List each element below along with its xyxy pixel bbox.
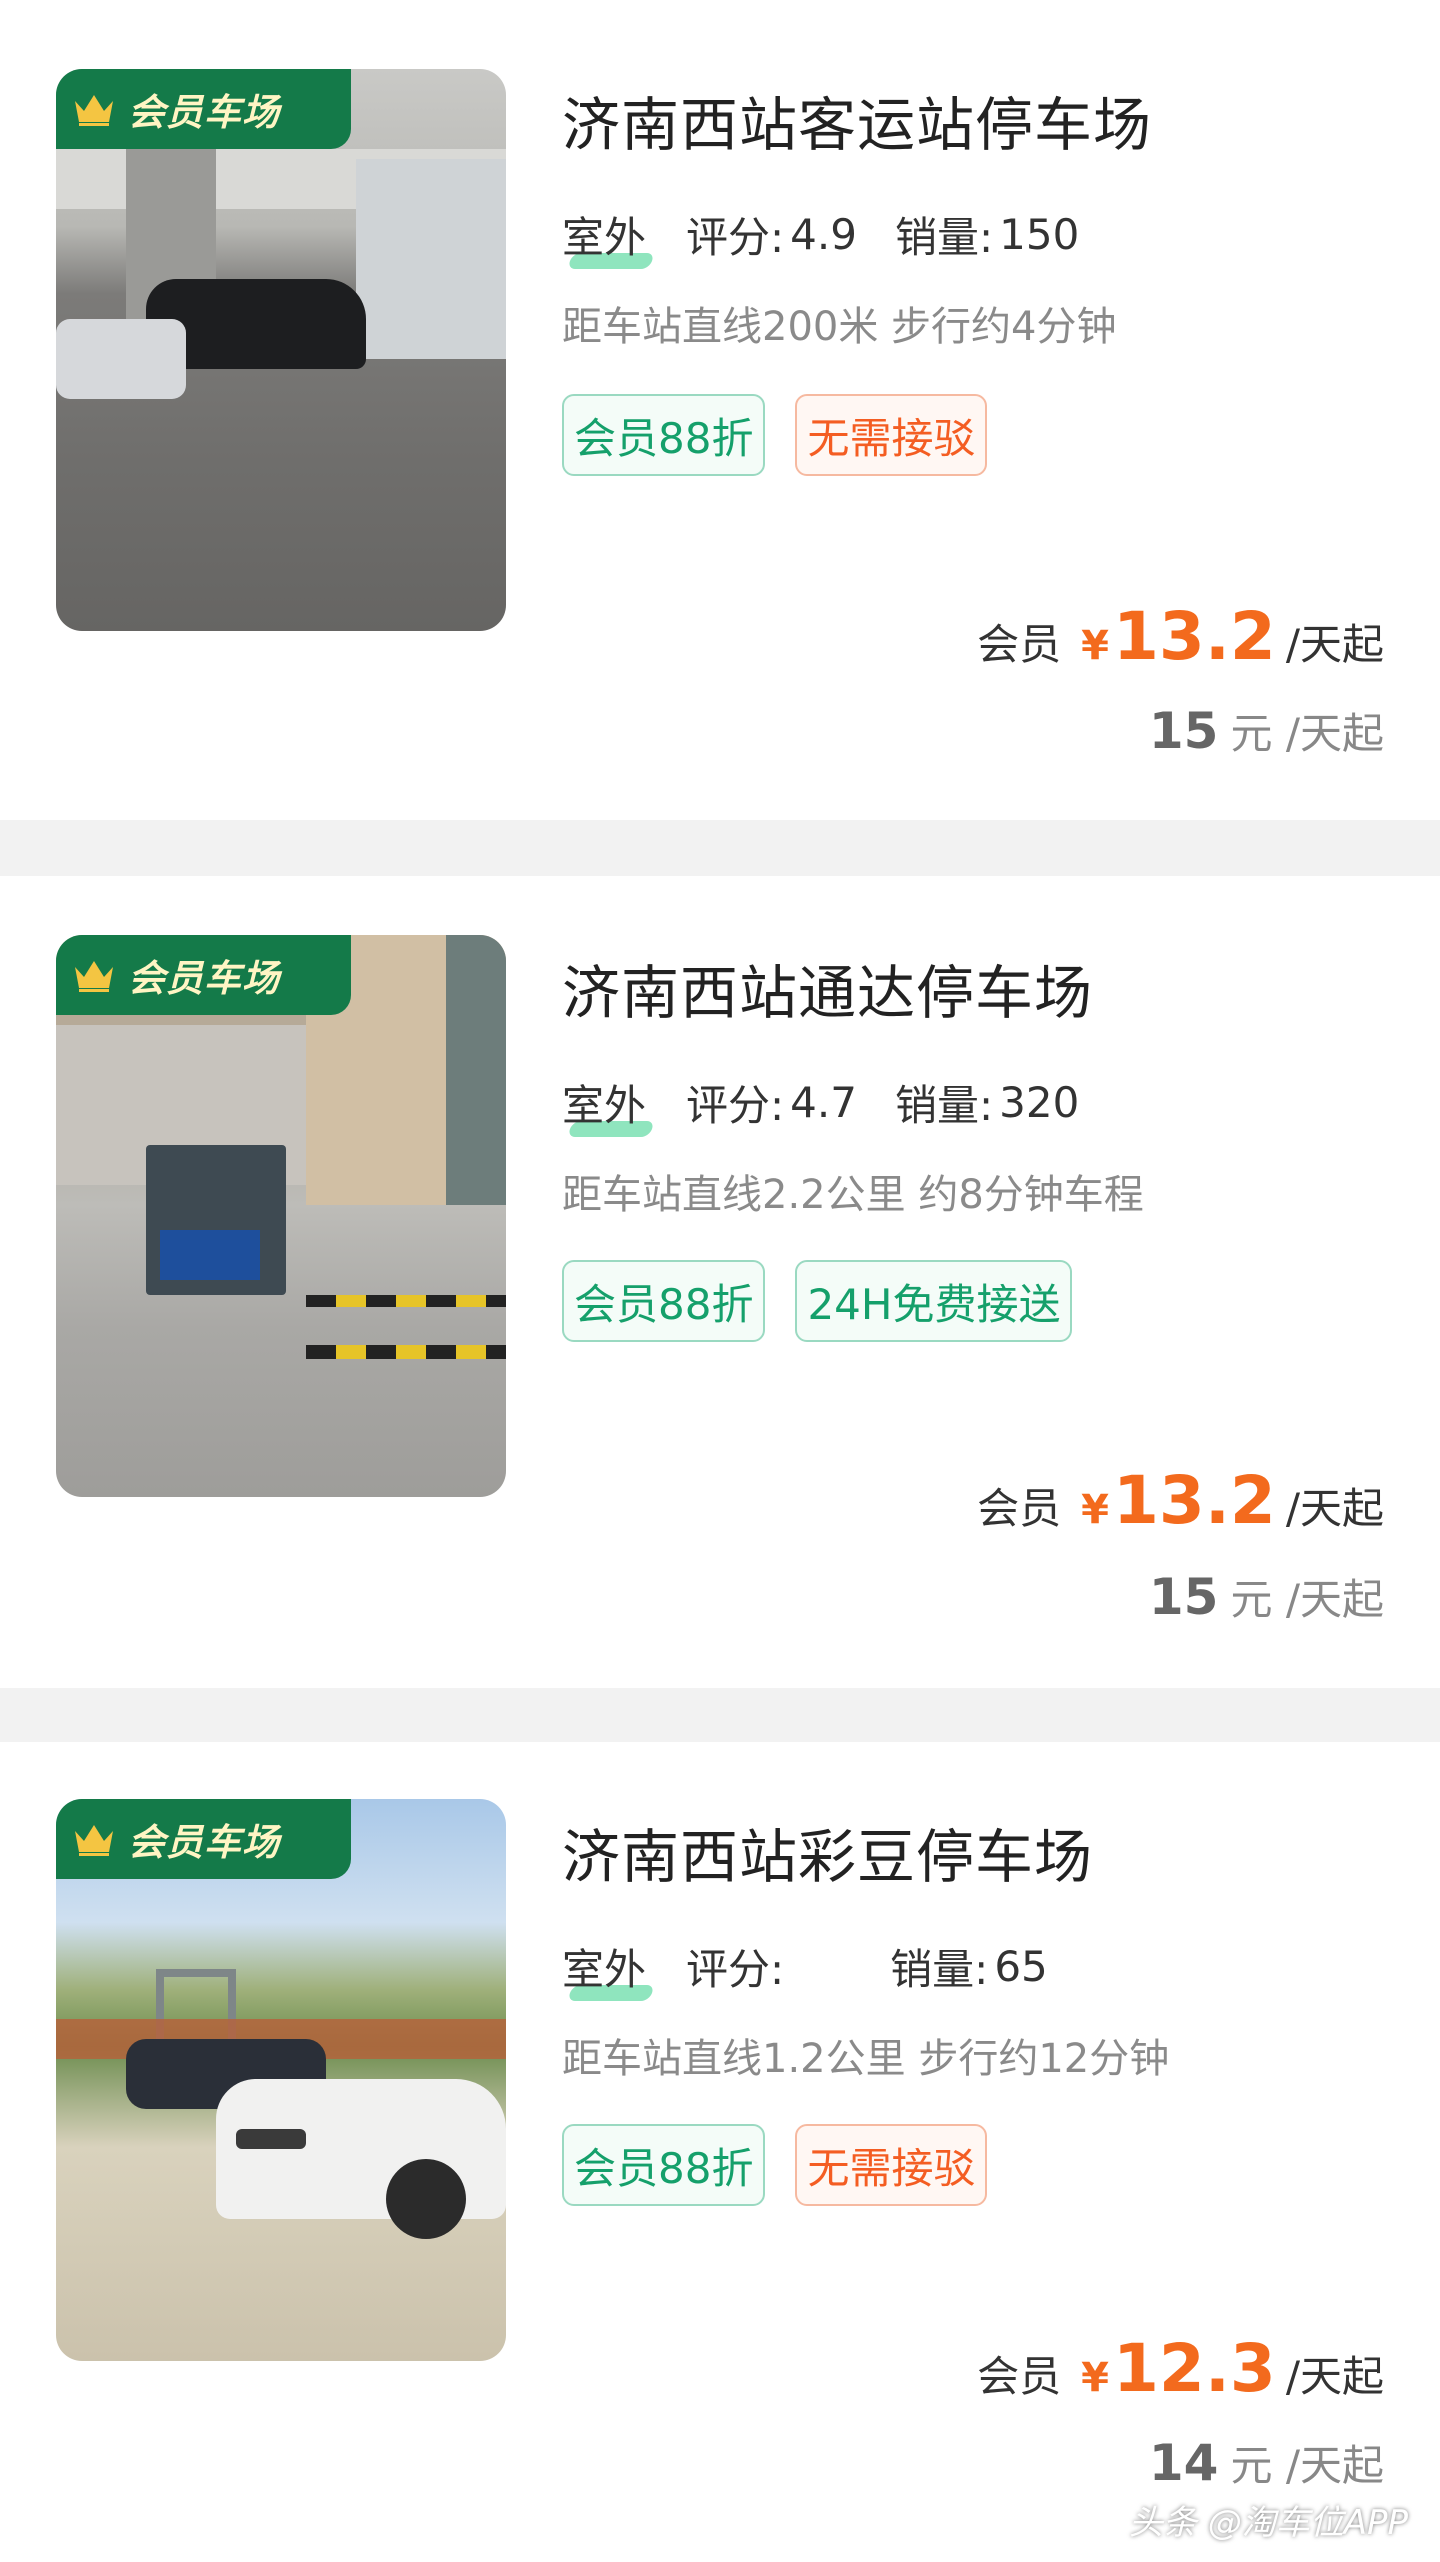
price-unit: /天起 [1285,1484,1384,1533]
member-price: 13.2 [1113,598,1276,675]
member-price-row: 会员 ¥ 13.2 /天起 [977,598,1384,675]
price-unit: /天起 [1285,2352,1384,2401]
price-unit: /天起 [1285,620,1384,669]
shuttle-tag: 无需接驳 [795,394,988,476]
outdoor-label: 室外 [562,204,646,265]
regular-price-row: 14 元 /天起 [1149,2432,1384,2493]
parking-photo-1[interactable]: 会员车场 [56,69,506,631]
tag-list: 会员88折 24H免费接送 [562,1260,1073,1342]
regular-price-unit: 元 /天起 [1230,2441,1384,2490]
currency-symbol: ¥ [1081,2355,1109,2401]
member-price: 12.3 [1113,2330,1276,2407]
photo-outdoor-lot [56,1799,506,2361]
rating-label: 评分: [686,213,785,262]
shuttle-tag: 24H免费接送 [795,1260,1073,1342]
regular-price: 15 [1148,702,1219,760]
badge-label: 会员车场 [128,1821,280,1864]
photo-garage-lot [56,69,506,631]
parking-card-1[interactable]: 会员车场 济南西站客运站停车场 室外 评分: 4.9 销量: 150 距车站直线… [0,0,1440,820]
parking-title[interactable]: 济南西站彩豆停车场 [562,1810,1093,1894]
currency-symbol: ¥ [1081,623,1109,669]
parking-title[interactable]: 济南西站客运站停车场 [562,78,1152,162]
badge-label: 会员车场 [128,957,280,1000]
outdoor-label: 室外 [562,1936,646,1997]
parking-photo-2[interactable]: 会员车场 [56,935,506,1497]
distance-text: 距车站直线200米 步行约4分钟 [562,304,1117,350]
regular-price-unit: 元 /天起 [1230,709,1384,758]
member-lot-badge: 会员车场 [56,1799,351,1879]
discount-tag: 会员88折 [562,2124,766,2206]
sales-value: 65 [994,1942,1048,1991]
member-price-row: 会员 ¥ 13.2 /天起 [977,1462,1384,1539]
member-label: 会员 [977,1484,1062,1533]
parking-meta: 室外 评分: 销量: 65 [562,1936,1048,1997]
crown-icon [75,961,113,992]
rating-value: 4.7 [790,1078,857,1127]
sales-label: 销量: [890,1945,989,1994]
photo-gate-booth [56,935,506,1497]
rating-value: 4.9 [790,210,857,259]
crown-icon [75,95,113,126]
discount-tag: 会员88折 [562,1260,766,1342]
member-lot-badge: 会员车场 [56,935,351,1015]
sales-value: 150 [999,210,1080,259]
parking-card-3[interactable]: 会员车场 济南西站彩豆停车场 室外 评分: 销量: 65 距车站直线1.2公里 … [0,1742,1440,2562]
parking-title[interactable]: 济南西站通达停车场 [562,946,1093,1030]
member-label: 会员 [977,2352,1062,2401]
watermark: 头条 @淘车位APP [1128,2503,1408,2543]
regular-price-row: 15 元 /天起 [1149,700,1384,761]
regular-price-row: 15 元 /天起 [1149,1566,1384,1627]
regular-price-unit: 元 /天起 [1230,1575,1384,1624]
badge-label: 会员车场 [128,91,280,134]
member-price: 13.2 [1113,1462,1276,1539]
discount-tag: 会员88折 [562,394,766,476]
outdoor-label: 室外 [562,1072,646,1133]
sales-label: 销量: [894,1081,994,1130]
distance-text: 距车站直线2.2公里 约8分钟车程 [562,1172,1144,1218]
member-lot-badge: 会员车场 [56,69,351,149]
parking-meta: 室外 评分: 4.7 销量: 320 [562,1072,1079,1133]
tag-list: 会员88折 无需接驳 [562,394,988,476]
shuttle-tag: 无需接驳 [795,2124,988,2206]
tag-list: 会员88折 无需接驳 [562,2124,988,2206]
sales-label: 销量: [894,213,994,262]
member-price-row: 会员 ¥ 12.3 /天起 [977,2330,1384,2407]
rating-label: 评分: [686,1945,785,1994]
parking-card-2[interactable]: 会员车场 济南西站通达停车场 室外 评分: 4.7 销量: 320 距车站直线2… [0,876,1440,1688]
currency-symbol: ¥ [1081,1487,1109,1533]
regular-price: 14 [1148,2434,1219,2492]
sales-value: 320 [999,1078,1080,1127]
member-label: 会员 [977,620,1062,669]
rating-label: 评分: [686,1081,785,1130]
crown-icon [75,1825,113,1856]
regular-price: 15 [1148,1568,1219,1626]
distance-text: 距车站直线1.2公里 步行约12分钟 [562,2036,1170,2082]
parking-photo-3[interactable]: 会员车场 [56,1799,506,2361]
parking-meta: 室外 评分: 4.9 销量: 150 [562,204,1079,265]
